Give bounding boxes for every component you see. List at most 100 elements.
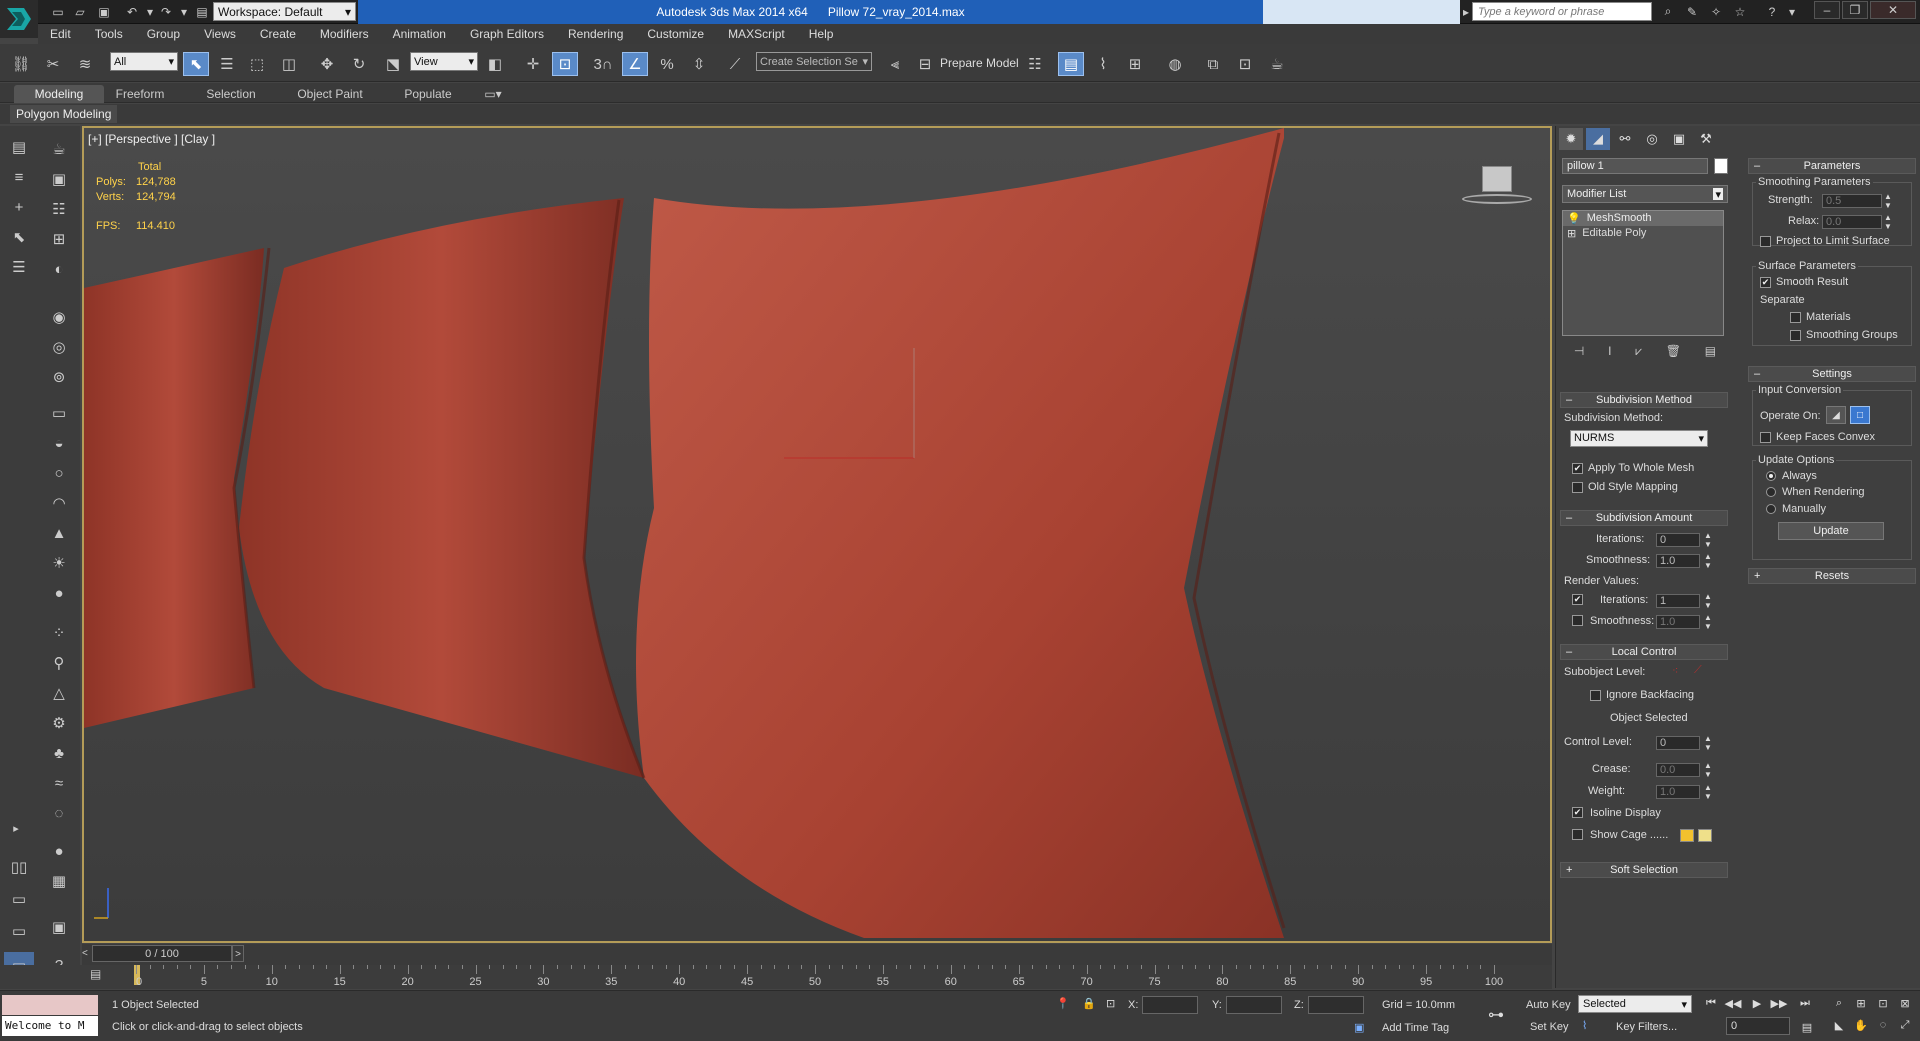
render-iterations-checkbox[interactable]: ✔ — [1572, 594, 1583, 605]
cage-color-swatch-1[interactable] — [1680, 829, 1694, 842]
light-bulb-icon[interactable]: ◐ — [46, 256, 72, 282]
ignore-backfacing-checkbox[interactable] — [1590, 690, 1601, 701]
crease-spinner[interactable]: 0.0 — [1656, 763, 1700, 777]
previous-frame-icon[interactable]: ◀◀ — [1724, 995, 1742, 1011]
add-time-tag[interactable]: Add Time Tag — [1382, 1022, 1449, 1034]
update-when-rendering-radio[interactable] — [1766, 487, 1776, 497]
communication-center-icon[interactable]: ✧ — [1706, 3, 1726, 20]
auto-key-button[interactable]: Auto Key — [1526, 999, 1571, 1011]
orbit-icon[interactable]: ◌ — [1874, 1017, 1892, 1033]
spinner-arrows-icon[interactable]: ▲ ▼ — [1704, 613, 1712, 631]
tab-selection[interactable]: Selection — [196, 85, 266, 103]
configure-modifier-sets-icon[interactable]: ▤ — [1705, 344, 1716, 360]
render-production-icon[interactable]: ☕ — [1264, 52, 1290, 76]
prev-frame-icon[interactable]: < — [82, 945, 92, 962]
spinner-arrows-icon[interactable]: ▲ ▼ — [1704, 783, 1712, 801]
tab-object-paint[interactable]: Object Paint — [286, 85, 374, 103]
menu-help[interactable]: Help — [797, 27, 846, 41]
smoothing-groups-checkbox[interactable] — [1790, 330, 1801, 341]
soft-selection-rollout[interactable]: + Soft Selection — [1560, 862, 1728, 878]
spinner-arrows-icon[interactable]: ▲ ▼ — [1704, 761, 1712, 779]
material-sphere-icon[interactable]: ● — [46, 838, 72, 864]
helper-icon[interactable]: △ — [46, 680, 72, 706]
teapot-icon[interactable]: ☕ — [46, 136, 72, 162]
viewcube-icon[interactable] — [1462, 166, 1532, 206]
local-control-rollout[interactable]: – Local Control — [1560, 644, 1728, 660]
dome-icon[interactable]: ◒ — [46, 430, 72, 456]
key-mode-dropdown[interactable]: Selected ▾ — [1578, 995, 1692, 1013]
edit-named-selection-icon[interactable]: ⟋ — [722, 52, 748, 76]
control-level-spinner[interactable]: 0 — [1656, 736, 1700, 750]
select-filter-icon[interactable]: ⬉ — [6, 224, 32, 250]
viewport-layout-2-icon[interactable]: ▭ — [4, 886, 34, 912]
scene-explorer-icon[interactable]: ▤ — [6, 134, 32, 160]
new-file-icon[interactable]: ▭ — [48, 3, 68, 20]
keep-faces-convex-checkbox[interactable] — [1760, 432, 1771, 443]
apply-whole-mesh-checkbox[interactable]: ✔ — [1572, 463, 1583, 474]
parameters-rollout[interactable]: – Parameters — [1748, 158, 1916, 174]
next-frame-icon[interactable]: > — [232, 945, 244, 962]
relax-spinner[interactable]: 0.0 — [1822, 215, 1882, 229]
subdivision-method-rollout[interactable]: – Subdivision Method — [1560, 392, 1728, 408]
time-configuration-icon[interactable]: ▤ — [1798, 1019, 1816, 1035]
render-setup-icon[interactable]: ⧉ — [1200, 52, 1226, 76]
material-editor-icon[interactable]: ◍ — [1162, 52, 1188, 76]
pivot-center-icon[interactable]: ◧ — [482, 52, 508, 76]
bone-icon[interactable]: ⚲ — [46, 650, 72, 676]
vertex-subobject-icon[interactable]: ⁖ — [1672, 664, 1678, 677]
menu-modifiers[interactable]: Modifiers — [308, 27, 381, 41]
angle-snap-icon[interactable]: ∠ — [622, 52, 648, 76]
iterations-spinner[interactable]: 0 — [1656, 533, 1700, 547]
image-icon[interactable]: ▣ — [46, 166, 72, 192]
camera-icon[interactable]: ◉ — [46, 304, 72, 330]
redo-dropdown-icon[interactable]: ▾ — [174, 3, 194, 20]
update-always-radio[interactable] — [1766, 471, 1776, 481]
gear-icon[interactable]: ⚙ — [46, 710, 72, 736]
viewport-label[interactable]: [+] [Perspective ] [Clay ] — [88, 132, 215, 146]
render-smoothness-checkbox[interactable] — [1572, 615, 1583, 626]
create-panel-tab-icon[interactable]: ✹ — [1559, 128, 1583, 150]
go-to-start-icon[interactable]: ⏮ — [1702, 995, 1720, 1011]
maximize-viewport-icon[interactable]: ⤢ — [1896, 1017, 1914, 1033]
resets-rollout[interactable]: + Resets — [1748, 568, 1916, 584]
app-menu-button[interactable] — [0, 0, 38, 38]
update-manually-radio[interactable] — [1766, 504, 1776, 514]
display-icon[interactable]: ☰ — [6, 254, 32, 280]
film-icon[interactable]: ⊚ — [46, 364, 72, 390]
next-frame-icon[interactable]: ▶▶ — [1770, 995, 1788, 1011]
modifier-list-dropdown[interactable]: Modifier List ▾ — [1562, 185, 1728, 203]
scene-explorer-icon[interactable]: ☷ — [1022, 52, 1048, 76]
render-smoothness-spinner[interactable]: 1.0 — [1656, 615, 1700, 629]
spinner-arrows-icon[interactable]: ▲ ▼ — [1884, 192, 1892, 210]
pan-icon[interactable]: ✋ — [1852, 1017, 1870, 1033]
snaps-toggle-icon[interactable]: 3 ∩ — [590, 52, 616, 76]
play-icon[interactable]: ▶ — [1748, 995, 1766, 1011]
subdivision-amount-rollout[interactable]: – Subdivision Amount — [1560, 510, 1728, 526]
bind-space-warp-icon[interactable]: ≋ — [72, 52, 98, 76]
spinner-arrows-icon[interactable]: ▲ ▼ — [1884, 213, 1892, 231]
create-icon[interactable]: + — [6, 194, 32, 220]
menu-tools[interactable]: Tools — [83, 27, 135, 41]
x-coord-field[interactable] — [1142, 996, 1198, 1014]
layer-explorer-icon[interactable]: ≡ — [6, 164, 32, 190]
undo-icon[interactable]: ↶ — [122, 3, 142, 20]
motion-panel-tab-icon[interactable]: ◎ — [1640, 128, 1664, 150]
menu-group[interactable]: Group — [135, 27, 192, 41]
light-bulb-icon[interactable]: 💡 — [1567, 212, 1581, 225]
open-file-icon[interactable]: ▱ — [70, 3, 90, 20]
select-and-move-icon[interactable]: ✥ — [314, 52, 340, 76]
maxscript-listener-mini[interactable] — [2, 995, 98, 1015]
show-cage-checkbox[interactable] — [1572, 829, 1583, 840]
prepare-model-label[interactable]: Prepare Model — [940, 56, 1019, 70]
operate-on-triangles-icon[interactable]: ◢ — [1826, 406, 1846, 424]
tab-populate[interactable]: Populate — [396, 85, 460, 103]
align-icon[interactable]: ⊟ — [912, 52, 938, 76]
expand-icon[interactable]: ⊞ — [1567, 227, 1576, 240]
sun-icon[interactable]: ☀ — [46, 550, 72, 576]
selection-lock-icon[interactable]: 🔒 — [1082, 997, 1096, 1010]
viewport-layout-1-icon[interactable]: ▯▯ — [4, 854, 34, 880]
list-icon[interactable]: ☷ — [46, 196, 72, 222]
plane-icon[interactable]: ▭ — [46, 400, 72, 426]
unlink-icon[interactable]: ✂ — [40, 52, 66, 76]
rectangular-selection-icon[interactable]: ⬚ — [244, 52, 270, 76]
